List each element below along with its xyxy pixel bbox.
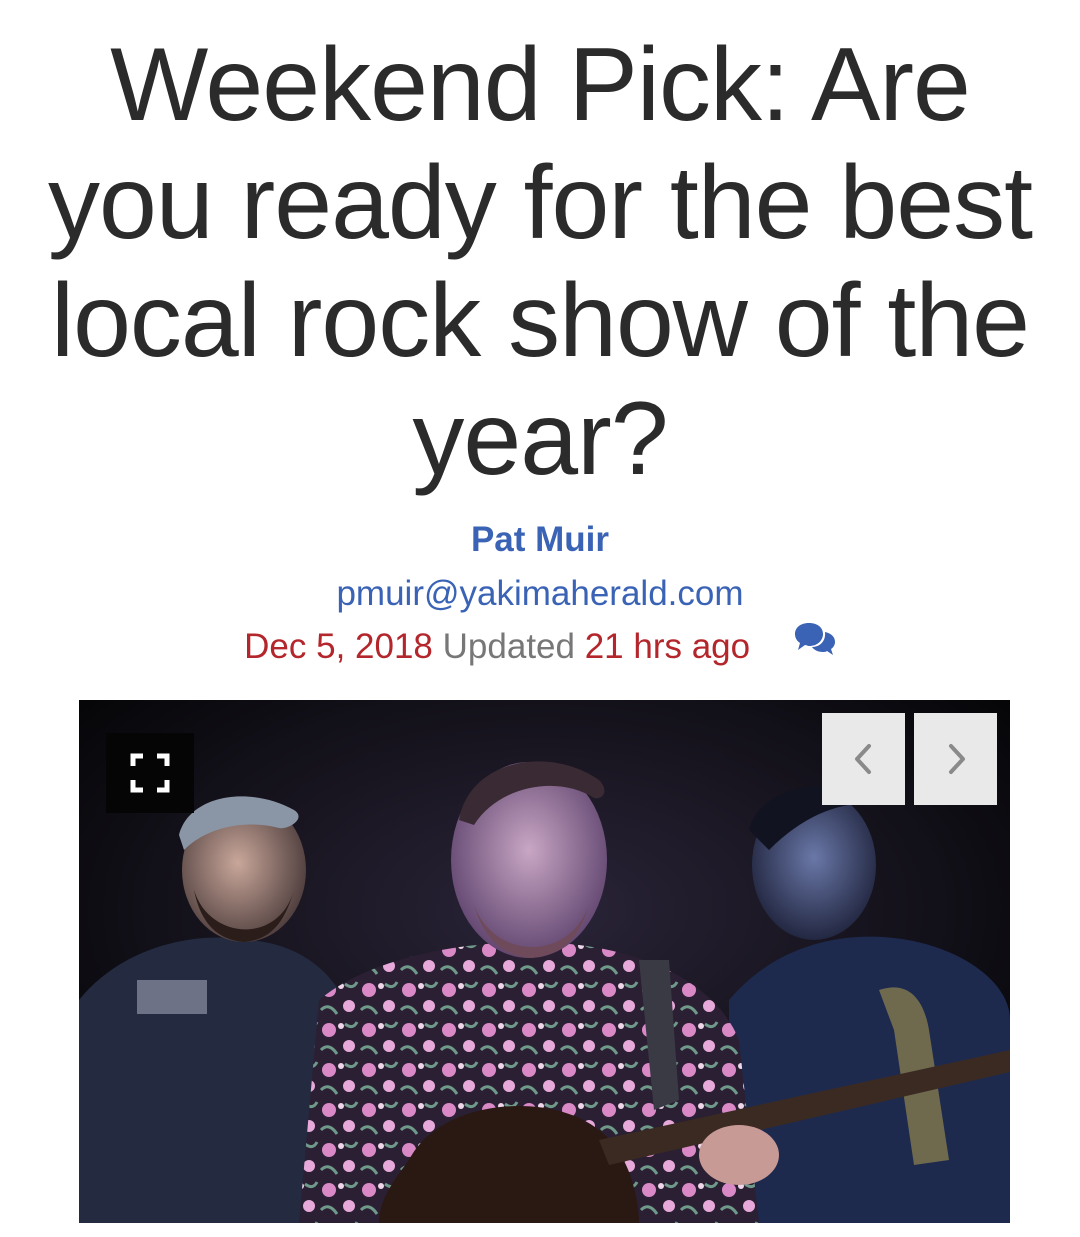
updated-time: 21 hrs ago xyxy=(584,627,751,666)
gallery-prev-button[interactable] xyxy=(822,713,905,805)
author-email-link[interactable]: pmuir@yakimaherald.com xyxy=(336,574,743,613)
comments-icon[interactable] xyxy=(794,621,836,669)
expand-icon xyxy=(130,753,170,793)
fullscreen-button[interactable] xyxy=(106,733,194,813)
chevron-right-icon xyxy=(949,744,965,774)
chevron-left-icon xyxy=(855,744,871,774)
author-email-line: pmuir@yakimaherald.com xyxy=(0,572,1080,616)
author-name[interactable]: Pat Muir xyxy=(0,518,1080,562)
gallery-photo[interactable] xyxy=(79,700,1010,1223)
gallery-next-button[interactable] xyxy=(914,713,997,805)
updated-label: Updated xyxy=(442,627,575,666)
dateline: Dec 5, 2018 Updated 21 hrs ago xyxy=(0,621,1080,673)
publish-date: Dec 5, 2018 xyxy=(244,627,433,666)
article-headline: Weekend Pick: Are you ready for the best… xyxy=(48,27,1033,497)
